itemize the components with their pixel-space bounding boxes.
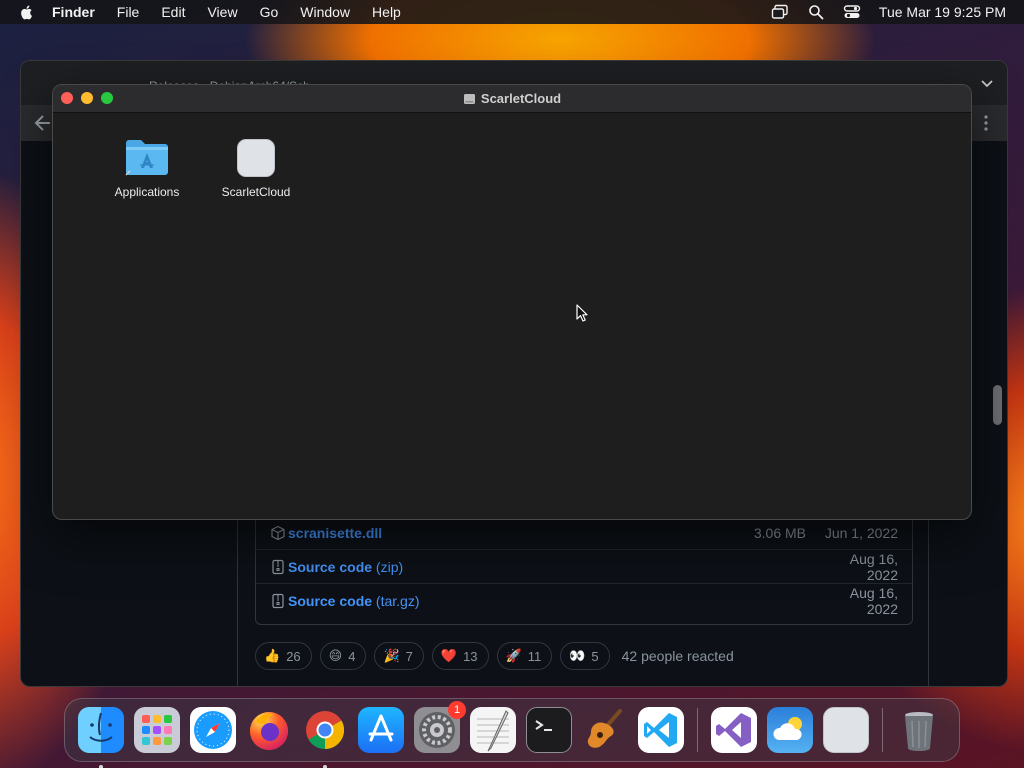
weather-cloud-icon — [773, 717, 802, 740]
control-center-icon[interactable] — [843, 4, 861, 20]
asset-date: Jun 1, 2022 — [824, 524, 898, 541]
party-popper-icon: 🎉 — [383, 648, 400, 664]
reaction-summary: 42 people reacted — [621, 648, 734, 664]
notification-badge: 1 — [448, 701, 466, 719]
zip-file-icon — [272, 593, 284, 608]
dock-garageband[interactable] — [582, 707, 628, 753]
finder-window: ScarletCloud Applications ScarletCloud — [52, 84, 972, 520]
applications-folder-icon — [125, 140, 168, 176]
asset-name[interactable]: Source code (zip) — [288, 559, 403, 575]
reaction-hooray[interactable]: 🎉 7 — [374, 642, 424, 670]
dock-chrome[interactable] — [302, 707, 348, 768]
more-options-icon[interactable] — [977, 113, 995, 133]
finder-item-label: Applications — [114, 185, 180, 199]
reaction-thumbs-up[interactable]: 👍 26 — [255, 642, 312, 670]
asset-date: Aug 16, 2022 — [849, 550, 898, 583]
dock-system-settings[interactable]: 1 — [414, 701, 466, 753]
finder-window-title-text: ScarletCloud — [480, 91, 562, 106]
dock-app-store[interactable] — [358, 707, 404, 753]
dock-scarletcloud[interactable] — [823, 707, 869, 753]
asset-date: Aug 16, 2022 — [849, 584, 898, 617]
finder-window-title: ScarletCloud — [53, 91, 971, 106]
menu-app-name[interactable]: Finder — [52, 4, 95, 20]
dock-finder[interactable] — [78, 707, 124, 768]
zip-file-icon — [272, 559, 284, 574]
asset-row[interactable]: Source code (tar.gz) Aug 16, 2022 — [256, 583, 912, 617]
dock-launchpad[interactable] — [134, 707, 180, 753]
guitar-icon — [587, 709, 622, 748]
menu-bar-clock[interactable]: Tue Mar 19 9:25 PM — [879, 4, 1006, 20]
menu-edit[interactable]: Edit — [161, 4, 185, 20]
dock-trash[interactable] — [896, 707, 942, 753]
finder-face-icon — [89, 712, 113, 742]
asset-row[interactable]: Source code (zip) Aug 16, 2022 — [256, 549, 912, 583]
rocket-icon: 🚀 — [505, 648, 522, 664]
dock-separator — [882, 708, 883, 752]
chevron-down-icon[interactable] — [979, 77, 995, 91]
dock-separator — [697, 708, 698, 752]
menu-window[interactable]: Window — [300, 4, 350, 20]
reaction-count: 5 — [591, 648, 599, 664]
menu-file[interactable]: File — [117, 4, 140, 20]
menu-view[interactable]: View — [207, 4, 237, 20]
reaction-rocket[interactable]: 🚀 11 — [496, 642, 553, 670]
chrome-icon — [306, 711, 345, 750]
disk-image-icon — [463, 93, 475, 104]
firefox-icon — [250, 712, 288, 750]
menu-bar: Finder File Edit View Go Window Help Tue… — [0, 0, 1024, 24]
dock-visual-studio-code[interactable] — [638, 707, 684, 753]
reaction-count: 4 — [348, 648, 356, 664]
finder-item-scarletcloud[interactable]: ScarletCloud — [206, 137, 306, 199]
dock: 1 — [64, 698, 960, 768]
terminal-prompt-icon — [535, 720, 552, 731]
visual-studio-icon — [716, 713, 751, 747]
spotlight-search-icon[interactable] — [807, 4, 825, 20]
asset-name[interactable]: scranisette.dll — [288, 525, 382, 541]
menu-go[interactable]: Go — [260, 4, 279, 20]
finder-item-applications[interactable]: Applications — [97, 137, 197, 199]
dock-safari[interactable] — [190, 707, 236, 753]
asset-row[interactable]: scranisette.dll 3.06 MB Jun 1, 2022 — [256, 515, 912, 549]
mouse-pointer-icon — [576, 304, 588, 322]
reaction-eyes[interactable]: 👀 5 — [560, 642, 610, 670]
app-store-icon — [368, 714, 394, 742]
asset-name[interactable]: Source code (tar.gz) — [288, 593, 420, 609]
reaction-count: 26 — [286, 648, 301, 664]
reaction-count: 7 — [405, 648, 413, 664]
trash-icon — [905, 712, 933, 751]
page-scrollbar[interactable] — [993, 385, 1002, 425]
dock-visual-studio[interactable] — [711, 707, 757, 753]
release-assets-list: scranisette.dll 3.06 MB Jun 1, 2022 Sour… — [255, 513, 913, 625]
apple-menu-icon[interactable] — [18, 3, 36, 21]
reaction-laugh[interactable]: 😄 4 — [319, 642, 367, 670]
screen-mirroring-icon[interactable] — [771, 4, 789, 20]
safari-compass-icon — [194, 711, 232, 749]
reaction-heart[interactable]: ❤️ 13 — [431, 642, 489, 670]
textedit-icon — [477, 710, 509, 752]
heart-icon: ❤️ — [440, 648, 458, 664]
vscode-icon — [644, 713, 677, 747]
eyes-icon: 👀 — [569, 648, 586, 664]
back-arrow-icon[interactable] — [33, 113, 53, 133]
reaction-count: 13 — [463, 648, 478, 664]
dock-weather[interactable] — [767, 707, 813, 753]
asset-size: 3.06 MB — [753, 524, 806, 541]
dock-terminal[interactable] — [526, 707, 572, 753]
menu-help[interactable]: Help — [372, 4, 401, 20]
reactions-bar: 👍 26 😄 4 🎉 7 ❤️ 13 🚀 11 👀 5 42 people reacted — [255, 641, 734, 671]
package-icon — [271, 525, 285, 540]
reaction-count: 11 — [527, 648, 542, 664]
launchpad-grid-icon — [142, 715, 172, 745]
scarletcloud-app-icon — [237, 139, 275, 177]
laugh-icon: 😄 — [328, 648, 343, 664]
dock-textedit[interactable] — [470, 707, 516, 753]
thumbs-up-icon: 👍 — [264, 648, 281, 664]
dock-firefox[interactable] — [246, 707, 292, 753]
finder-item-label: ScarletCloud — [221, 185, 291, 199]
